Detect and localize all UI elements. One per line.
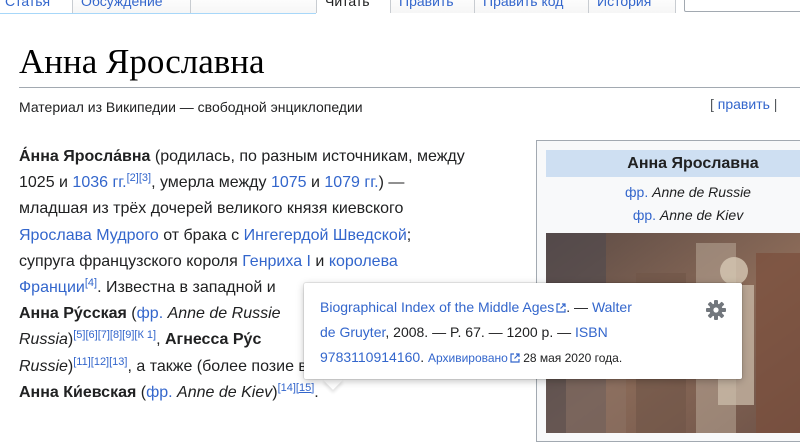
text: ( <box>126 305 137 323</box>
edit-bracket: [ <box>710 96 714 112</box>
text: . <box>314 383 319 401</box>
text: Anne de Kiev <box>656 207 744 223</box>
search-input[interactable] <box>684 0 800 12</box>
infobox-name-fr-1: фр. Anne de Russie <box>537 181 800 203</box>
page-tabs: Статья Обсуждение Читать Править Править… <box>0 0 800 14</box>
body-line-1: А́нна Яросла́вна (родилась, по разным ис… <box>19 144 519 170</box>
link-yaroslav[interactable]: Ярослава Мудрого <box>19 227 159 244</box>
text: Russie <box>19 357 68 375</box>
subject-name: А́нна Яросла́вна <box>19 148 151 165</box>
name-variant: Анна Ки́евская <box>19 383 137 401</box>
link-biographical-index[interactable]: Biographical Index of the Middle Ages <box>320 299 554 315</box>
ref-2[interactable]: [2] <box>127 172 139 184</box>
link-archived[interactable]: Архивировано <box>428 351 508 365</box>
text: . — <box>566 299 592 315</box>
link-henry[interactable]: Генриха I <box>242 253 311 270</box>
body-line-3: младшая из трёх дочерей великого князя к… <box>19 196 519 222</box>
infobox-title: Анна Ярославна <box>546 150 800 177</box>
tab-edit[interactable]: Править <box>390 0 474 13</box>
text: и <box>310 252 329 270</box>
ref-4[interactable]: [4] <box>85 277 97 289</box>
link-queen[interactable]: королева <box>329 253 398 270</box>
text: 1025 и <box>19 174 73 192</box>
link-1075[interactable]: 1075 <box>271 174 307 191</box>
tabs-underline <box>0 13 316 14</box>
tab-spacer <box>190 0 318 13</box>
site-tagline: Материал из Википедии — свободной энцикл… <box>19 99 363 115</box>
text: , а также (более поз <box>127 357 277 375</box>
name-variant: Анна Ру́сская <box>19 305 127 323</box>
link-ingegerd[interactable]: Ингегердой Шведской <box>244 227 407 244</box>
text: от брака с <box>158 226 244 244</box>
link-france[interactable]: Франции <box>19 279 85 296</box>
body-line-4: Ярослава Мудрого от брака с Ингегердой Ш… <box>19 223 519 249</box>
text: Anne de Russie <box>648 184 751 200</box>
tab-edit-source[interactable]: Править код <box>474 0 588 13</box>
tab-article[interactable]: Статья <box>0 0 72 13</box>
text: ; <box>406 226 412 244</box>
link-fr[interactable]: фр. <box>625 184 648 200</box>
text: , 2008. — P. 67. — 1200 p. — <box>385 324 576 340</box>
text: . Известна в западной и <box>97 278 276 296</box>
reference-popup: Biographical Index of the Middle Ages . —… <box>304 283 742 379</box>
edit-separator: | <box>773 96 778 112</box>
text: ( <box>136 383 147 401</box>
link-fr[interactable]: фр. <box>137 305 164 322</box>
text: младшая из трёх дочерей великого князя к… <box>19 200 404 218</box>
body-line-10: Анна Ки́евская (фр. Anne de Kiev)[14][15… <box>19 380 519 406</box>
text: . <box>420 349 428 365</box>
link-1079[interactable]: 1079 гг. <box>324 174 378 191</box>
tab-read[interactable]: Читать <box>316 0 390 13</box>
link-isbn[interactable]: ISBN <box>575 324 608 340</box>
edit-link[interactable]: править <box>718 96 770 112</box>
external-link-icon <box>510 347 520 363</box>
text: , <box>156 331 165 349</box>
ref-15[interactable]: [15] <box>296 382 314 394</box>
body-line-2: 1025 и 1036 гг.[2][3], умерла между 1075… <box>19 170 519 196</box>
text: Anne de Kiev <box>172 383 273 401</box>
ref-3[interactable]: [3] <box>139 172 151 184</box>
link-publisher-a[interactable]: Walter <box>592 299 632 315</box>
link-fr[interactable]: фр. <box>633 207 656 223</box>
link-publisher-b[interactable]: de Gruyter <box>320 324 385 340</box>
name-variant: Агнесса Ру́с <box>164 331 262 349</box>
edit-links: [ править | <box>710 94 777 114</box>
text: супруга французского короля <box>19 252 243 270</box>
link-fr[interactable]: фр. <box>146 384 173 401</box>
text: ) — <box>378 174 405 192</box>
infobox-name-fr-2: фр. Anne de Kiev <box>537 204 800 226</box>
text: (родилась, по разным источникам, между <box>150 148 465 165</box>
tab-talk[interactable]: Обсуждение <box>72 0 190 13</box>
text: , умерла между <box>151 174 271 192</box>
title-divider <box>19 87 800 88</box>
body-line-5: супруга французского короля Генриха I и … <box>19 249 519 275</box>
external-link-icon <box>556 296 566 313</box>
text: 28 мая 2020 года. <box>519 351 623 365</box>
text: Anne de Russie <box>163 305 281 323</box>
link-1036[interactable]: 1036 гг. <box>72 174 126 191</box>
link-isbn-number[interactable]: 9783110914160 <box>320 349 420 365</box>
gear-icon[interactable] <box>704 298 728 322</box>
text: Russia <box>19 331 68 349</box>
refs-11-13[interactable]: [11][12][13] <box>73 356 127 368</box>
ref-14[interactable]: [14] <box>278 382 296 394</box>
page-title: Анна Ярославна <box>19 42 265 81</box>
refs-5-k1[interactable]: [5][6][7][8][9][К 1] <box>73 329 156 341</box>
tab-history[interactable]: История <box>588 0 676 13</box>
reference-text: Biographical Index of the Middle Ages . —… <box>320 295 700 371</box>
text: и <box>306 174 325 192</box>
